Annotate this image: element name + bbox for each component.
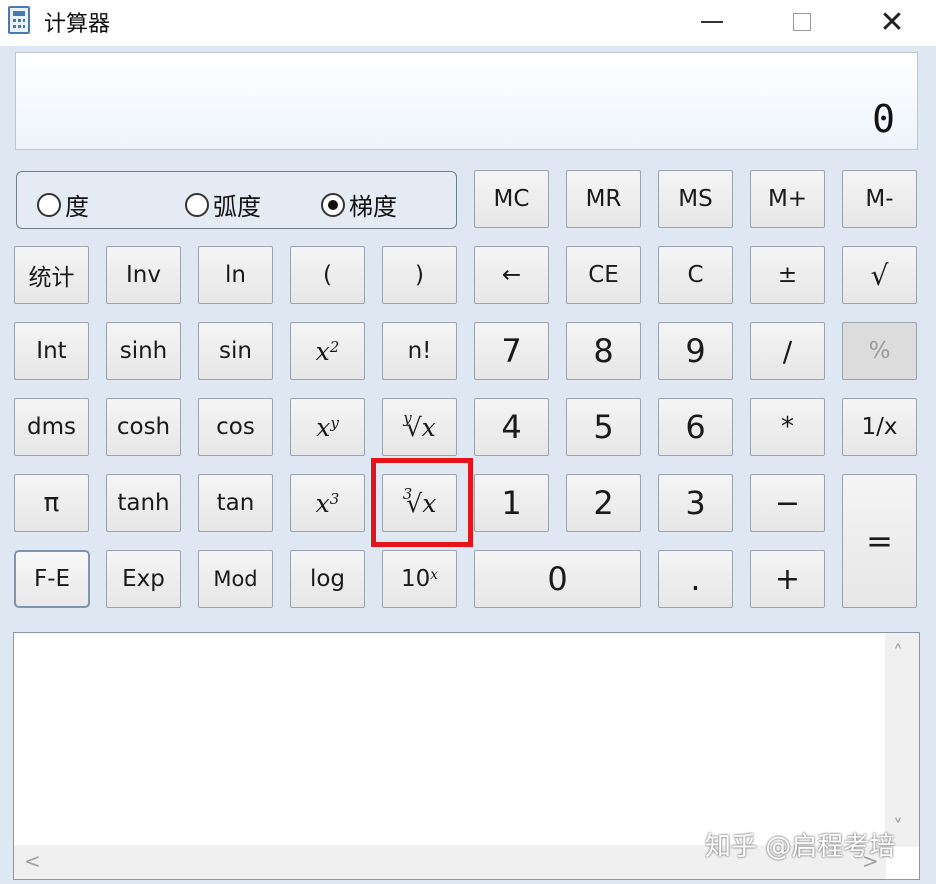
divide-button[interactable]: / (750, 322, 825, 380)
radio-label: 弧度 (213, 193, 261, 221)
mc-button[interactable]: MC (474, 170, 549, 228)
radio-label: 度 (65, 193, 89, 221)
x-power-y-exponent: y (330, 413, 339, 432)
tan-button[interactable]: tan (198, 474, 273, 532)
minus-button[interactable]: − (750, 474, 825, 532)
sin-button[interactable]: sin (198, 322, 273, 380)
x-power-y-base: x (316, 412, 331, 442)
mr-button[interactable]: MR (566, 170, 641, 228)
digit-3-button[interactable]: 3 (658, 474, 733, 532)
int-button[interactable]: Int (14, 322, 89, 380)
equals-button[interactable]: = (842, 474, 917, 608)
ms-button[interactable]: MS (658, 170, 733, 228)
x-power-y-button[interactable]: xy (290, 398, 365, 456)
digit-7-button[interactable]: 7 (474, 322, 549, 380)
multiply-button[interactable]: * (750, 398, 825, 456)
inv-button[interactable]: Inv (106, 246, 181, 304)
digit-0-button[interactable]: 0 (474, 550, 641, 608)
left-paren-button[interactable]: ( (290, 246, 365, 304)
dms-button[interactable]: dms (14, 398, 89, 456)
tanh-button[interactable]: tanh (106, 474, 181, 532)
x-cubed-base: x (315, 488, 330, 518)
exp-button[interactable]: Exp (106, 550, 181, 608)
digit-9-button[interactable]: 9 (658, 322, 733, 380)
percent-button[interactable]: % (842, 322, 917, 380)
digit-5-button[interactable]: 5 (566, 398, 641, 456)
angle-mode-group: 度 弧度 梯度 (16, 171, 457, 229)
x-squared-base: x (315, 336, 330, 366)
cos-button[interactable]: cos (198, 398, 273, 456)
clear-button[interactable]: C (658, 246, 733, 304)
sqrt-button[interactable]: √ (842, 246, 917, 304)
x-cubed-button[interactable]: x3 (290, 474, 365, 532)
radio-selected-icon (321, 192, 345, 217)
digit-6-button[interactable]: 6 (658, 398, 733, 456)
decimal-button[interactable]: . (658, 550, 733, 608)
m-plus-button[interactable]: M+ (750, 170, 825, 228)
ten-power-x-button[interactable]: 10 x (382, 550, 457, 608)
reciprocal-button[interactable]: 1/x (842, 398, 917, 456)
y-root-radicand: x (421, 412, 436, 442)
m-minus-button[interactable]: M- (842, 170, 917, 228)
pi-button[interactable]: π (14, 474, 89, 532)
right-paren-button[interactable]: ) (382, 246, 457, 304)
y-root-index: y (403, 409, 412, 427)
maximize-icon (793, 13, 811, 31)
calculator-icon (8, 6, 30, 34)
title-bar: 计算器 ✕ (0, 0, 936, 46)
digit-1-button[interactable]: 1 (474, 474, 549, 532)
sinh-button[interactable]: sinh (106, 322, 181, 380)
x-squared-exponent: 2 (329, 337, 340, 356)
x-cubed-exponent: 3 (329, 489, 340, 508)
digit-4-button[interactable]: 4 (474, 398, 549, 456)
maximize-button[interactable] (756, 0, 848, 44)
close-button[interactable]: ✕ (846, 0, 936, 44)
ln-button[interactable]: ln (198, 246, 273, 304)
radio-label: 梯度 (349, 193, 397, 221)
ten-power-base: 10 (400, 566, 431, 592)
factorial-button[interactable]: n! (382, 322, 457, 380)
y-root-x-button[interactable]: y √ x (382, 398, 457, 456)
display-value: 0 (872, 97, 895, 141)
cosh-button[interactable]: cosh (106, 398, 181, 456)
mod-button[interactable]: Mod (198, 550, 273, 608)
radio-circle-icon (37, 192, 61, 217)
vertical-scrollbar[interactable]: ˄ ˅ (885, 633, 919, 847)
radio-circle-icon (185, 192, 209, 217)
minimize-icon (701, 21, 723, 23)
scroll-left-icon[interactable]: < (24, 849, 41, 873)
watermark: 知乎 @启程考培 (705, 832, 896, 862)
close-icon: ✕ (879, 4, 905, 40)
digit-2-button[interactable]: 2 (566, 474, 641, 532)
radio-degrees[interactable]: 度 (37, 187, 89, 222)
result-display: 0 (15, 52, 918, 150)
plus-minus-button[interactable]: ± (750, 246, 825, 304)
radio-gradians[interactable]: 梯度 (321, 187, 397, 222)
log-button[interactable]: log (290, 550, 365, 608)
ten-power-exponent: x (430, 566, 439, 583)
fe-button[interactable]: F-E (14, 550, 90, 608)
digit-8-button[interactable]: 8 (566, 322, 641, 380)
ce-button[interactable]: CE (566, 246, 641, 304)
statistics-button[interactable]: 统计 (14, 246, 89, 304)
scroll-up-icon[interactable]: ˄ (893, 641, 903, 665)
highlight-box (371, 458, 473, 547)
x-squared-button[interactable]: x2 (290, 322, 365, 380)
plus-button[interactable]: + (750, 550, 825, 608)
minimize-button[interactable] (666, 0, 758, 44)
radio-radians[interactable]: 弧度 (185, 187, 261, 222)
backspace-button[interactable]: ← (474, 246, 549, 304)
window-title: 计算器 (44, 12, 111, 37)
